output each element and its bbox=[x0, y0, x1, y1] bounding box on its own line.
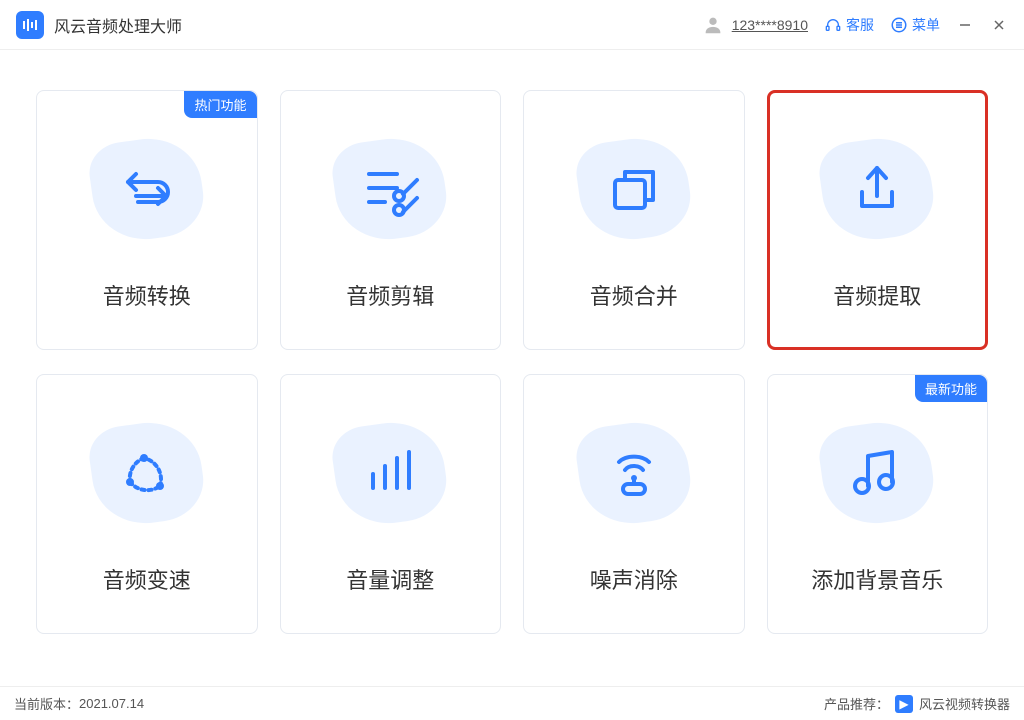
titlebar: 风云音频处理大师 123****8910 客服 菜单 bbox=[0, 0, 1024, 50]
volume-icon bbox=[355, 438, 425, 508]
version-label: 当前版本： bbox=[14, 694, 79, 713]
card-label: 音频转换 bbox=[103, 279, 191, 311]
hot-badge: 热门功能 bbox=[184, 91, 256, 118]
footer: 当前版本： 2021.07.14 产品推荐： ▶ 风云视频转换器 bbox=[0, 686, 1024, 720]
new-badge: 最新功能 bbox=[915, 375, 987, 402]
user-avatar-icon[interactable] bbox=[702, 14, 724, 36]
app-title: 风云音频处理大师 bbox=[54, 13, 182, 37]
merge-icon bbox=[599, 154, 669, 224]
card-label: 噪声消除 bbox=[590, 563, 678, 595]
minimize-button[interactable] bbox=[956, 16, 974, 34]
music-icon bbox=[842, 438, 912, 508]
recommend-label: 产品推荐： bbox=[824, 694, 889, 713]
card-audio-extract[interactable]: 音频提取 bbox=[767, 90, 989, 350]
card-audio-merge[interactable]: 音频合并 bbox=[523, 90, 745, 350]
card-audio-speed[interactable]: 音频变速 bbox=[36, 374, 258, 634]
recommend-product[interactable]: 风云视频转换器 bbox=[919, 694, 1010, 713]
card-label: 音频剪辑 bbox=[346, 279, 434, 311]
card-audio-convert[interactable]: 热门功能 音频转换 bbox=[36, 90, 258, 350]
headset-icon bbox=[824, 16, 842, 34]
extract-icon bbox=[842, 154, 912, 224]
trim-icon bbox=[355, 154, 425, 224]
support-button[interactable]: 客服 bbox=[824, 15, 874, 35]
card-label: 添加背景音乐 bbox=[811, 563, 943, 595]
menu-button[interactable]: 菜单 bbox=[890, 15, 940, 35]
card-add-bgm[interactable]: 最新功能 添加背景音乐 bbox=[767, 374, 989, 634]
menu-icon bbox=[890, 16, 908, 34]
menu-label: 菜单 bbox=[912, 15, 940, 35]
convert-icon bbox=[112, 154, 182, 224]
speed-icon bbox=[112, 438, 182, 508]
feature-grid: 热门功能 音频转换 音频剪辑 音频合并 音频提取 音频变速 音量调整 bbox=[0, 50, 1024, 654]
version-value: 2021.07.14 bbox=[79, 696, 144, 711]
noise-icon bbox=[599, 438, 669, 508]
card-label: 音频合并 bbox=[590, 279, 678, 311]
support-label: 客服 bbox=[846, 15, 874, 35]
card-volume-adjust[interactable]: 音量调整 bbox=[280, 374, 502, 634]
card-noise-remove[interactable]: 噪声消除 bbox=[523, 374, 745, 634]
user-id-link[interactable]: 123****8910 bbox=[732, 17, 808, 33]
card-label: 音频提取 bbox=[833, 279, 921, 311]
app-logo-icon bbox=[16, 11, 44, 39]
recommend-icon: ▶ bbox=[895, 695, 913, 713]
card-audio-trim[interactable]: 音频剪辑 bbox=[280, 90, 502, 350]
close-button[interactable] bbox=[990, 16, 1008, 34]
card-label: 音量调整 bbox=[346, 563, 434, 595]
card-label: 音频变速 bbox=[103, 563, 191, 595]
